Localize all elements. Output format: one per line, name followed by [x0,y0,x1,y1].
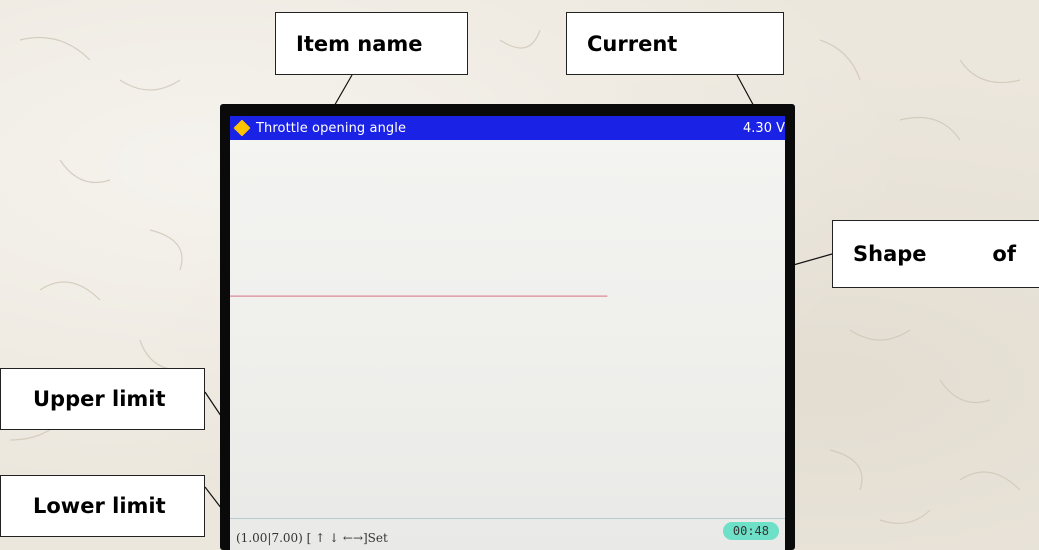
upper-limit-callout: Upper limit [0,368,205,430]
lower-limit-callout: Lower limit [0,475,205,537]
diamond-icon [233,119,251,137]
shape-callout-of: of [992,242,1016,266]
shape-callout-word: Shape [853,242,927,266]
item-name-label: Throttle opening angle [256,120,407,136]
shape-callout: Shape of [832,220,1039,288]
scan-tool-device: Throttle opening angle 4.30 V (1.00|7.00… [220,104,795,550]
screen-title-bar: Throttle opening angle 4.30 V [230,116,785,140]
item-name-callout-label: Item name [296,31,423,56]
screen-bottom-bar: (1.00|7.00) [ ↑ ↓ ←→]Set 00:48 [230,518,785,550]
scan-tool-screen: Throttle opening angle 4.30 V (1.00|7.00… [230,116,785,550]
upper-limit-callout-label: Upper limit [33,387,166,411]
waveform-plot [230,295,608,297]
item-name-callout: Item name [275,12,468,75]
timer-badge: 00:48 [722,522,779,540]
current-value: 4.30 V [743,120,785,136]
lower-limit-callout-label: Lower limit [33,494,166,518]
current-callout-label: Current [587,31,678,56]
limits-and-controls-text[interactable]: (1.00|7.00) [ ↑ ↓ ←→]Set [236,531,388,545]
current-callout: Current [566,12,784,75]
